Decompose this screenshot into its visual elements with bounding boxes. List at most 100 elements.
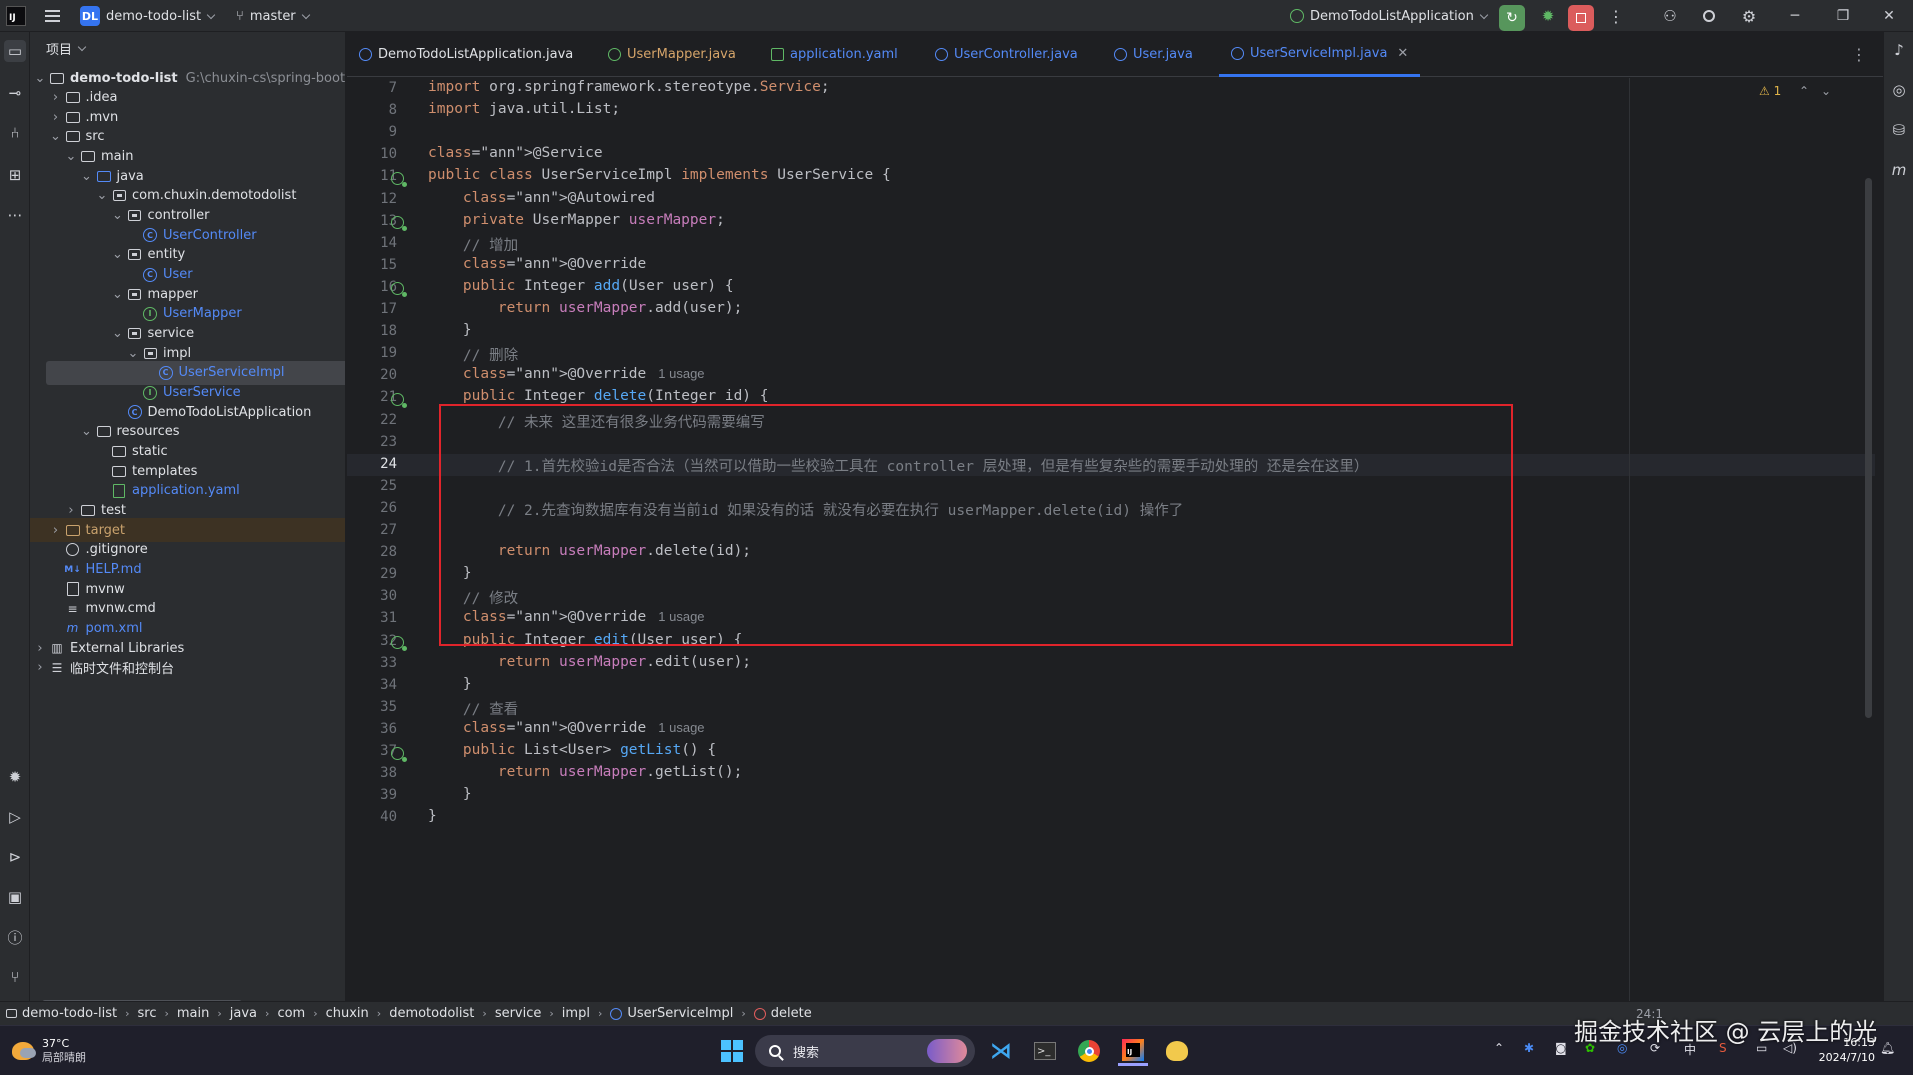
line-number[interactable]: 14	[347, 235, 397, 251]
tab-user[interactable]: User.java	[1114, 32, 1193, 77]
chevron-right-icon[interactable]: ›	[63, 503, 79, 518]
implements-method-gutter-icon[interactable]	[389, 281, 407, 298]
chevron-up-icon[interactable]: ⌃	[1799, 84, 1809, 98]
line-number[interactable]: 34	[347, 677, 397, 693]
line-number[interactable]: 27	[347, 522, 397, 538]
more-actions-icon[interactable]: ⋮	[1606, 0, 1626, 32]
tray-app-icon[interactable]: ◙	[1555, 1041, 1567, 1055]
debug-button[interactable]: ✹	[1535, 0, 1561, 32]
line-number[interactable]: 22	[347, 412, 397, 428]
run-config-selector[interactable]: DemoTodoListApplication	[1290, 0, 1489, 32]
branch-switcher[interactable]: ⑂ master	[236, 0, 310, 32]
line-number[interactable]: 39	[347, 787, 397, 803]
problems-tool-icon[interactable]: ⓘ	[4, 926, 26, 948]
chevron-down-icon[interactable]: ⌄	[110, 326, 126, 341]
tree-item[interactable]: › ☰ 临时文件和控制台	[30, 656, 345, 680]
database-tool-icon[interactable]: ⛁	[1889, 120, 1909, 140]
line-number[interactable]: 26	[347, 500, 397, 516]
project-switcher[interactable]: DL demo-todo-list	[80, 0, 216, 32]
line-number[interactable]: 38	[347, 765, 397, 781]
code-line[interactable]: }	[428, 786, 472, 802]
code-line[interactable]: public Integer delete(Integer id) {	[428, 388, 769, 404]
line-number[interactable]: 29	[347, 566, 397, 582]
tab-options-icon[interactable]: ⋮	[1851, 32, 1867, 77]
project-panel-header[interactable]: 项目	[30, 32, 345, 64]
breadcrumb-item[interactable]: com	[277, 1006, 305, 1021]
implements-method-gutter-icon[interactable]	[389, 635, 407, 651]
intellij-logo-icon[interactable]: IJ	[6, 6, 26, 26]
code-line[interactable]: class="ann">@Autowired	[428, 190, 655, 206]
line-number[interactable]: 23	[347, 434, 397, 450]
chrome-app-icon[interactable]	[1074, 1036, 1104, 1066]
chevron-down-icon[interactable]: ⌄	[94, 188, 110, 203]
commit-tool-icon[interactable]: ⊸	[4, 82, 26, 104]
close-tab-icon[interactable]: ✕	[1397, 46, 1408, 61]
chevron-right-icon[interactable]: ›	[32, 660, 48, 675]
code-with-me-icon[interactable]: ⚇	[1658, 0, 1682, 32]
notification-bell-icon[interactable]: 🔔︎	[1880, 1041, 1895, 1055]
breadcrumb-item[interactable]: demotodolist	[389, 1006, 474, 1021]
line-number[interactable]: 9	[347, 124, 397, 140]
line-number[interactable]: 24	[347, 456, 397, 472]
code-line[interactable]: import org.springframework.stereotype.Se…	[428, 79, 830, 95]
tab-usermapper[interactable]: UserMapper.java	[608, 32, 736, 77]
taskbar-search[interactable]: 搜索	[755, 1035, 975, 1067]
line-number[interactable]: 35	[347, 699, 397, 715]
line-number[interactable]: 33	[347, 655, 397, 671]
chevron-down-icon[interactable]: ⌄	[1821, 84, 1831, 98]
code-line[interactable]: // 删除	[428, 344, 518, 365]
usage-inlay-hint[interactable]: 1 usage	[658, 366, 704, 381]
spring-bean-gutter-icon[interactable]	[389, 170, 407, 187]
pinned-app-icon[interactable]	[1162, 1036, 1192, 1066]
git-tool-icon[interactable]: ⑂	[4, 966, 26, 988]
breadcrumb-item[interactable]: UserServiceImpl	[610, 1006, 733, 1021]
notifications-bell-icon[interactable]: ♪	[1889, 40, 1909, 60]
chevron-right-icon[interactable]: ›	[48, 523, 64, 538]
line-number[interactable]: 31	[347, 610, 397, 626]
code-line[interactable]: // 增加	[428, 234, 518, 255]
chevron-down-icon[interactable]: ⌄	[79, 424, 95, 439]
code-line[interactable]: public class UserServiceImpl implements …	[428, 167, 891, 183]
search-everywhere-icon[interactable]	[1697, 0, 1721, 32]
line-number[interactable]: 12	[347, 191, 397, 207]
chevron-right-icon[interactable]: ›	[48, 110, 64, 125]
breadcrumb-item[interactable]: main	[177, 1006, 209, 1021]
line-number[interactable]: 7	[347, 80, 397, 96]
implements-method-gutter-icon[interactable]	[389, 391, 407, 408]
breadcrumb-item[interactable]: java	[230, 1006, 257, 1021]
line-number[interactable]: 15	[347, 257, 397, 273]
chevron-right-icon[interactable]: ›	[32, 641, 48, 656]
tab-usercontroller[interactable]: UserController.java	[935, 32, 1078, 77]
breadcrumb-item[interactable]: delete	[753, 1006, 812, 1021]
chevron-down-icon[interactable]: ⌄	[32, 71, 48, 86]
usage-inlay-hint[interactable]: 1 usage	[658, 720, 704, 735]
chevron-right-icon[interactable]: ›	[48, 90, 64, 105]
code-line[interactable]: }	[428, 676, 472, 692]
breadcrumb-item[interactable]: src	[138, 1006, 157, 1021]
line-number[interactable]: 40	[347, 809, 397, 825]
code-line[interactable]: class="ann">@Override	[428, 256, 646, 272]
bluetooth-icon[interactable]: ✱	[1524, 1041, 1534, 1055]
breadcrumb-item[interactable]: service	[495, 1006, 542, 1021]
chevron-down-icon[interactable]: ⌄	[110, 247, 126, 262]
rerun-button[interactable]: ↻	[1499, 0, 1525, 32]
chevron-down-icon[interactable]: ⌄	[125, 346, 141, 361]
code-line[interactable]: public List<User> getList() {	[428, 742, 716, 758]
code-line[interactable]: // 查看	[428, 698, 518, 719]
intellij-app-icon[interactable]: IJ	[1118, 1036, 1148, 1066]
code-line[interactable]: import java.util.List;	[428, 101, 620, 117]
editor-scrollbar[interactable]	[1865, 178, 1872, 718]
stop-button[interactable]	[1568, 0, 1594, 32]
breadcrumb-item[interactable]: chuxin	[326, 1006, 369, 1021]
chevron-down-icon[interactable]: ⌄	[79, 169, 95, 184]
run-tool-icon[interactable]: ▷	[4, 806, 26, 828]
chevron-down-icon[interactable]: ⌄	[63, 149, 79, 164]
debug-tool-icon[interactable]: ✹	[4, 766, 26, 788]
ai-assistant-icon[interactable]: ◎	[1889, 80, 1909, 100]
restore-window-icon[interactable]: ❐	[1824, 0, 1862, 32]
tab-userserviceimpl[interactable]: UserServiceImpl.java ✕	[1219, 32, 1421, 77]
tab-demotodolistapplication[interactable]: DemoTodoListApplication.java	[359, 32, 573, 77]
line-number[interactable]: 36	[347, 721, 397, 737]
maven-tool-icon[interactable]: m	[1889, 160, 1909, 180]
code-line[interactable]: private UserMapper userMapper;	[428, 212, 725, 228]
